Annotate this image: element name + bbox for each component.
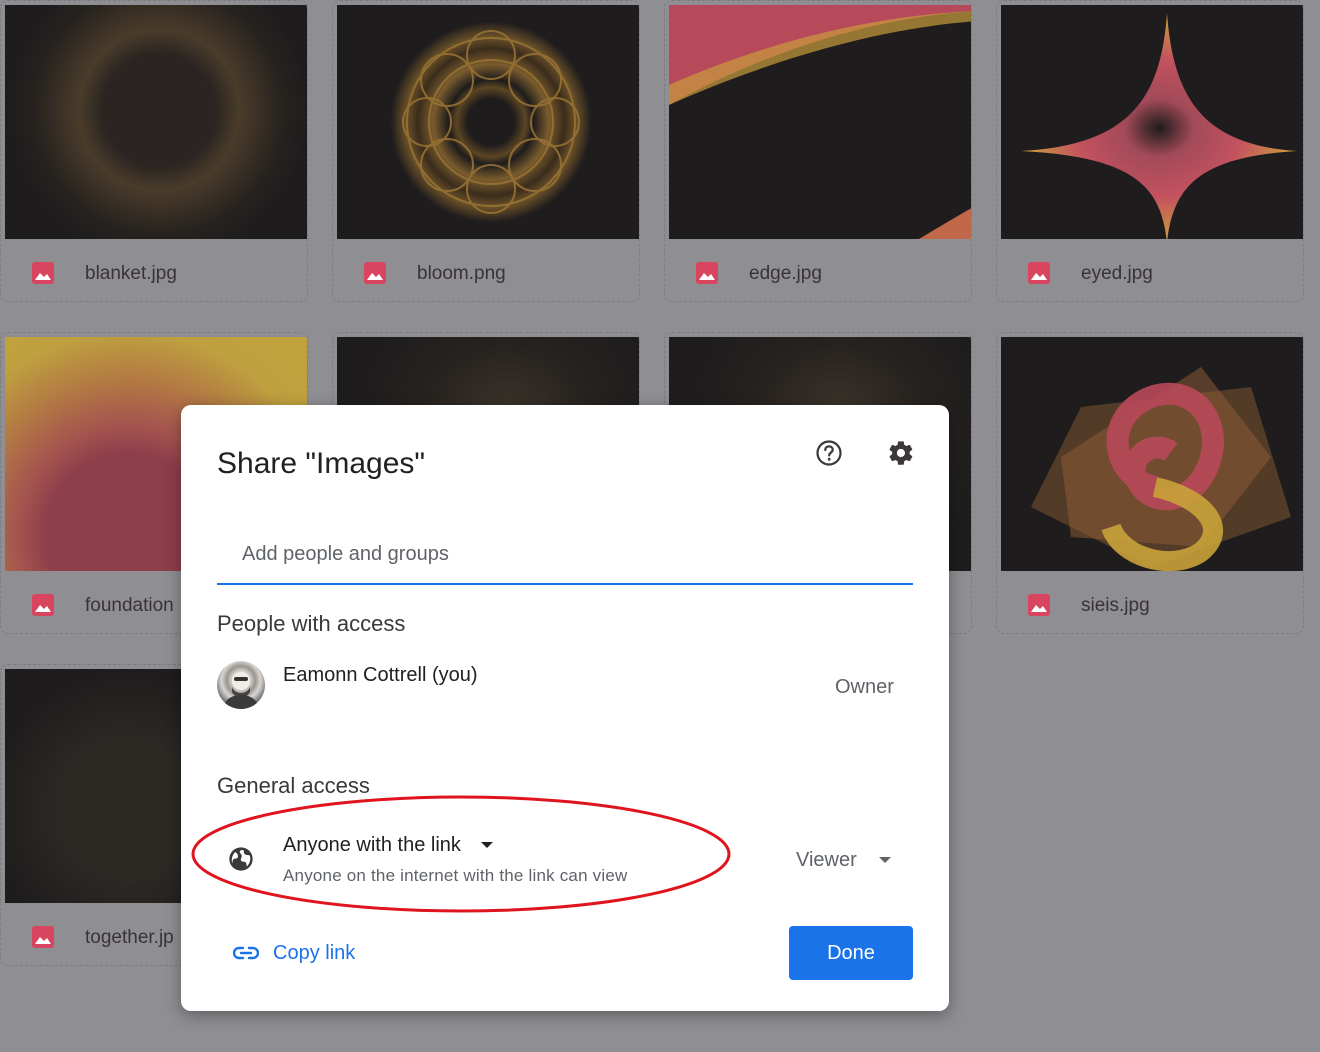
bloom-art	[402, 30, 580, 214]
access-role-label: Viewer	[796, 848, 857, 871]
copy-link-button[interactable]: Copy link	[233, 939, 355, 967]
eyed-art	[1021, 13, 1297, 239]
access-role-dropdown[interactable]: Viewer	[796, 846, 891, 874]
dropdown-arrow-icon	[480, 842, 493, 848]
dialog-title: Share "Images"	[217, 447, 426, 480]
settings-button[interactable]	[881, 433, 921, 473]
file-card-footer: bloom.png	[333, 241, 639, 301]
help-button[interactable]	[809, 433, 849, 473]
file-thumbnail	[337, 5, 639, 239]
avatar	[217, 661, 265, 709]
avatar-photo	[223, 672, 259, 709]
image-file-icon	[696, 262, 718, 284]
edge-art	[669, 5, 971, 239]
file-thumbnail	[669, 5, 971, 239]
red-annotation-ellipse	[191, 795, 731, 913]
person-name: Eamonn Cottrell (you)	[283, 664, 478, 686]
general-access-dropdown[interactable]: Anyone with the link	[283, 831, 493, 859]
gear-icon	[889, 441, 913, 465]
add-people-input[interactable]	[217, 525, 913, 585]
file-card-footer: blanket.jpg	[1, 241, 307, 301]
file-card[interactable]: blanket.jpg	[0, 0, 308, 302]
done-button[interactable]: Done	[789, 926, 913, 980]
globe-icon	[229, 847, 253, 871]
file-card[interactable]: sieis.jpg	[996, 332, 1304, 634]
file-card-footer: edge.jpg	[665, 241, 971, 301]
share-dialog: Share "Images" People with access Eamonn…	[181, 405, 949, 1011]
link-icon	[233, 946, 259, 960]
file-card[interactable]: eyed.jpg	[996, 0, 1304, 302]
help-circle-icon	[816, 440, 842, 466]
general-access-label: Anyone with the link	[283, 833, 461, 856]
dropdown-arrow-icon	[878, 857, 891, 863]
general-access-heading: General access	[217, 773, 370, 798]
copy-link-label: Copy link	[273, 941, 356, 964]
image-file-icon	[1028, 594, 1050, 616]
file-name: edge.jpg	[749, 263, 822, 284]
file-thumbnail	[1001, 5, 1303, 239]
file-name: eyed.jpg	[1081, 263, 1153, 284]
file-card-footer: eyed.jpg	[997, 241, 1303, 301]
file-thumbnail	[5, 5, 307, 239]
image-file-icon	[364, 262, 386, 284]
image-file-icon	[1028, 262, 1050, 284]
file-card-footer: sieis.jpg	[997, 573, 1303, 633]
file-name: sieis.jpg	[1081, 595, 1150, 616]
file-name: together.jp	[85, 927, 174, 948]
file-name: blanket.jpg	[85, 263, 177, 284]
file-name: foundation	[85, 595, 174, 616]
general-access-description: Anyone on the internet with the link can…	[283, 866, 628, 885]
person-role: Owner	[835, 676, 894, 698]
image-file-icon	[32, 926, 54, 948]
sieis-art	[1031, 367, 1291, 571]
image-file-icon	[32, 594, 54, 616]
file-thumbnail	[1001, 337, 1303, 571]
file-name: bloom.png	[417, 263, 506, 284]
image-file-icon	[32, 262, 54, 284]
people-with-access-heading: People with access	[217, 611, 406, 636]
file-card[interactable]: edge.jpg	[664, 0, 972, 302]
file-card[interactable]: bloom.png	[332, 0, 640, 302]
